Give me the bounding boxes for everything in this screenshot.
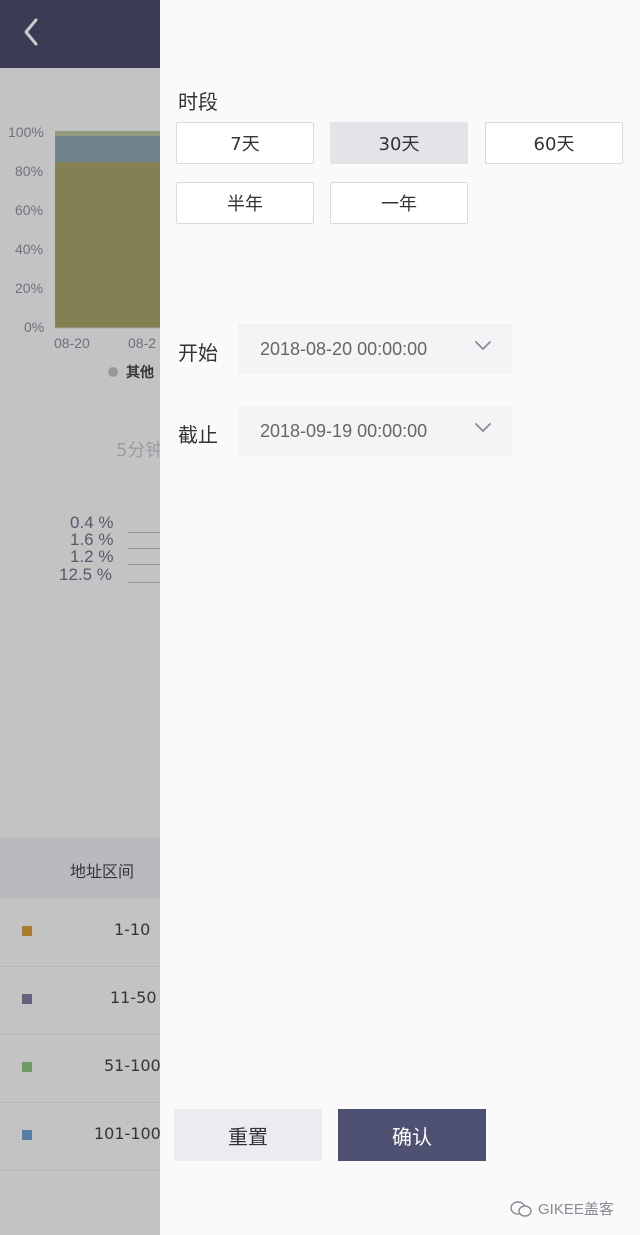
end-date-value: 2018-09-19 00:00:00 [260, 420, 428, 441]
start-date-value: 2018-08-20 00:00:00 [260, 338, 428, 359]
period-label: 时段 [178, 90, 218, 114]
watermark-text: GIKEE盖客 [538, 1201, 614, 1218]
watermark: GIKEE盖客 [510, 1198, 614, 1219]
chevron-down-icon [475, 423, 491, 432]
period-60d-button[interactable]: 60天 [485, 122, 623, 164]
period-half-year-button[interactable]: 半年 [176, 182, 314, 224]
filter-drawer: 时段 7天 30天 60天 半年 一年 开始 2018-08-20 00:00:… [160, 0, 640, 1235]
start-date-select[interactable]: 2018-08-20 00:00:00 [238, 324, 512, 374]
period-30d-button[interactable]: 30天 [330, 122, 468, 164]
confirm-button[interactable]: 确认 [338, 1109, 486, 1161]
reset-button[interactable]: 重置 [174, 1109, 322, 1161]
chevron-down-icon [475, 341, 491, 350]
end-label: 截止 [178, 423, 218, 447]
wechat-icon [510, 1200, 532, 1217]
period-one-year-button[interactable]: 一年 [330, 182, 468, 224]
period-7d-button[interactable]: 7天 [176, 122, 314, 164]
end-date-select[interactable]: 2018-09-19 00:00:00 [238, 406, 512, 456]
start-label: 开始 [178, 341, 218, 365]
